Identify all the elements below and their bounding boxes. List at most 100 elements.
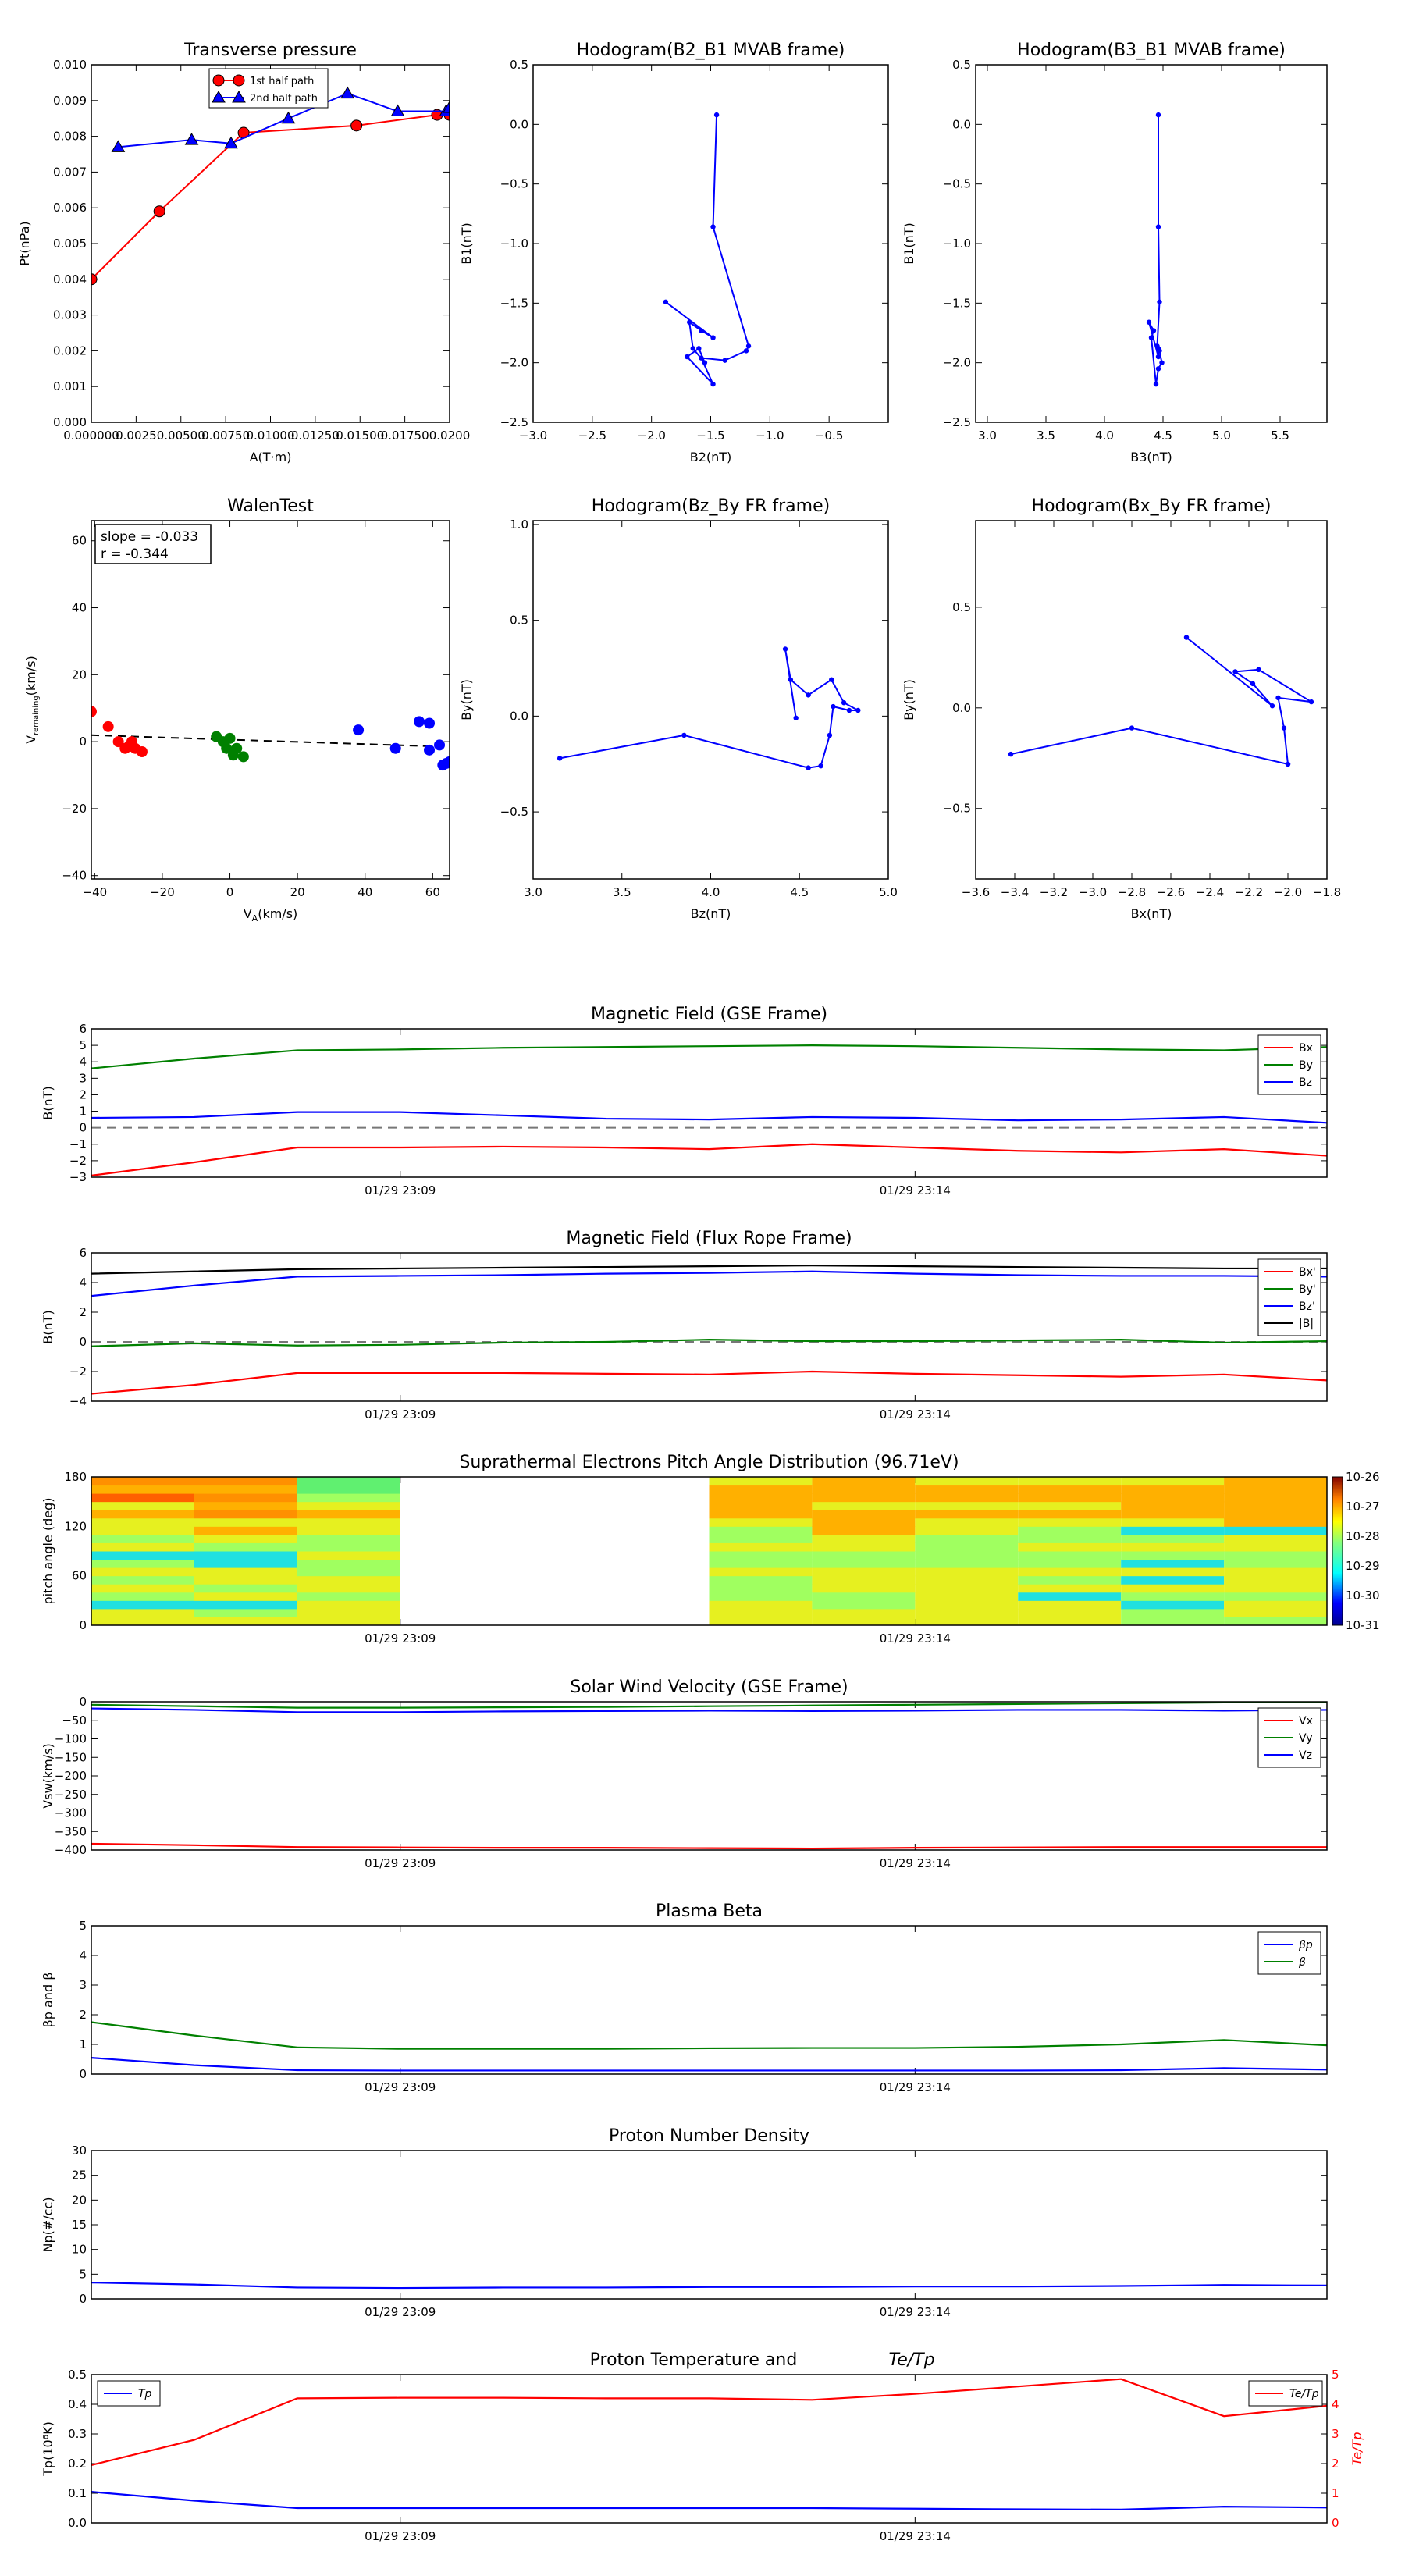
heatmap-cell xyxy=(1224,1600,1327,1610)
y-tick-label: 5 xyxy=(79,2267,87,2281)
heatmap-cell xyxy=(194,1559,297,1568)
y-tick-label: 0.002 xyxy=(53,343,87,358)
y-tick-label: −1.0 xyxy=(500,237,528,251)
y-tick-label: −1.5 xyxy=(943,296,971,310)
y-tick-label: 5 xyxy=(79,1919,87,1933)
heatmap-cell xyxy=(1121,1501,1225,1510)
legend-label: βp xyxy=(1298,1939,1313,1952)
heatmap-cell xyxy=(915,1477,1019,1486)
y-tick-label: 120 xyxy=(64,1519,87,1533)
y-axis-label: Np(#/cc) xyxy=(41,2197,55,2253)
heatmap-cell xyxy=(915,1600,1019,1610)
series-line xyxy=(91,1143,1327,1176)
x-tick-label: 5.0 xyxy=(879,885,898,899)
plot-frame xyxy=(91,2150,1328,2300)
series-line xyxy=(91,1339,1327,1347)
heatmap-cell xyxy=(709,1617,813,1626)
heatmap-cell xyxy=(1224,1575,1327,1585)
heatmap-cell xyxy=(1018,1592,1122,1601)
data-point xyxy=(1256,667,1261,673)
plot-area xyxy=(91,2282,1327,2290)
x-tick-label: 40 xyxy=(357,885,372,899)
scatter-point xyxy=(434,739,446,751)
heatmap-cell xyxy=(915,1584,1019,1593)
x-tick-label: 3.0 xyxy=(978,429,997,443)
heatmap-cell xyxy=(91,1567,194,1577)
data-point xyxy=(846,707,852,713)
heatmap-cell xyxy=(1018,1600,1122,1610)
panel-title: Hodogram(Bz_By FR frame) xyxy=(592,496,830,516)
x-tick-label: 01/29 23:09 xyxy=(365,2080,436,2094)
x-axis-label: B3(nT) xyxy=(1130,450,1172,464)
data-point xyxy=(681,732,687,738)
panel-title: Proton Number Density xyxy=(609,2126,809,2146)
y-tick-label: −0.5 xyxy=(500,177,528,191)
heatmap-cell xyxy=(91,1517,194,1527)
data-point xyxy=(782,646,788,652)
x-tick-label: −2.6 xyxy=(1157,885,1185,899)
data-point xyxy=(1269,703,1275,709)
x-tick-label: 01/29 23:14 xyxy=(880,2080,951,2094)
legend-label: |B| xyxy=(1299,1318,1314,1330)
heatmap-cell xyxy=(812,1526,916,1535)
heatmap-cell xyxy=(915,1592,1019,1601)
heatmap-cell xyxy=(91,1575,194,1585)
heatmap-cell xyxy=(1224,1493,1327,1503)
data-point xyxy=(687,319,692,325)
x-tick-label: −3.0 xyxy=(1079,885,1107,899)
x-axis-label: VA(km/s) xyxy=(244,906,298,923)
y-tick-label: −2 xyxy=(69,1154,87,1168)
series-line xyxy=(1148,115,1163,385)
heatmap-cell xyxy=(297,1477,400,1486)
heatmap-cell xyxy=(297,1485,400,1494)
y-tick-label: −2.0 xyxy=(500,356,528,370)
heatmap-cell xyxy=(1121,1542,1225,1552)
y-axis-label: B(nT) xyxy=(41,1086,55,1119)
y-tick-label: 20 xyxy=(72,667,87,681)
data-point xyxy=(690,346,695,351)
data-point xyxy=(340,86,355,99)
y-tick-label: 10 xyxy=(72,2243,87,2257)
heatmap-cell xyxy=(812,1584,916,1593)
y-tick-label: −4 xyxy=(69,1394,87,1408)
x-tick-label: 01/29 23:09 xyxy=(365,2529,436,2543)
x-tick-label: 4.5 xyxy=(790,885,809,899)
plot-frame xyxy=(91,1701,1328,1851)
x-tick-label: 0.01500 xyxy=(336,429,384,443)
y-tick-label: 20 xyxy=(72,2193,87,2207)
heatmap-cell xyxy=(297,1517,400,1527)
y-axis-label-sub: remaining xyxy=(32,696,41,735)
heatmap-cell xyxy=(1224,1477,1327,1486)
heatmap-cell xyxy=(297,1608,400,1617)
heatmap-cell xyxy=(1224,1551,1327,1560)
y-tick-label: 5 xyxy=(79,1038,87,1052)
heatmap-cell xyxy=(91,1617,194,1626)
heatmap-cell xyxy=(91,1542,194,1552)
heatmap-cell xyxy=(709,1559,813,1568)
scatter-point xyxy=(424,744,436,756)
legend-label: Bx' xyxy=(1299,1266,1316,1279)
data-point xyxy=(699,355,704,361)
heatmap-cell xyxy=(1224,1559,1327,1568)
y-tick-label: −1.5 xyxy=(500,296,528,310)
panel-title: Proton Temperature and xyxy=(590,2350,798,2370)
data-point xyxy=(745,343,752,349)
heatmap-cell xyxy=(709,1510,813,1519)
y2-tick-label: 5 xyxy=(1332,2368,1339,2382)
heatmap-cell xyxy=(915,1617,1019,1626)
annotation-text: slope = -0.033 xyxy=(101,529,198,545)
heatmap-cell xyxy=(297,1493,400,1503)
data-point xyxy=(841,699,847,706)
plot-area xyxy=(663,112,752,387)
data-point xyxy=(1155,354,1161,360)
y-tick-label: 3 xyxy=(79,1071,87,1085)
y-tick-label: −350 xyxy=(55,1824,87,1838)
heatmap-cell xyxy=(1121,1584,1225,1593)
y-tick-label: 2 xyxy=(79,1305,87,1319)
y-tick-label: 0.004 xyxy=(53,272,87,286)
heatmap-cell xyxy=(709,1608,813,1617)
x-tick-label: 3.5 xyxy=(1037,429,1055,443)
heatmap-cell xyxy=(91,1485,194,1494)
colorbar-tick-label: 10-26 xyxy=(1346,1470,1380,1484)
y-tick-label: 0.4 xyxy=(68,2397,87,2411)
